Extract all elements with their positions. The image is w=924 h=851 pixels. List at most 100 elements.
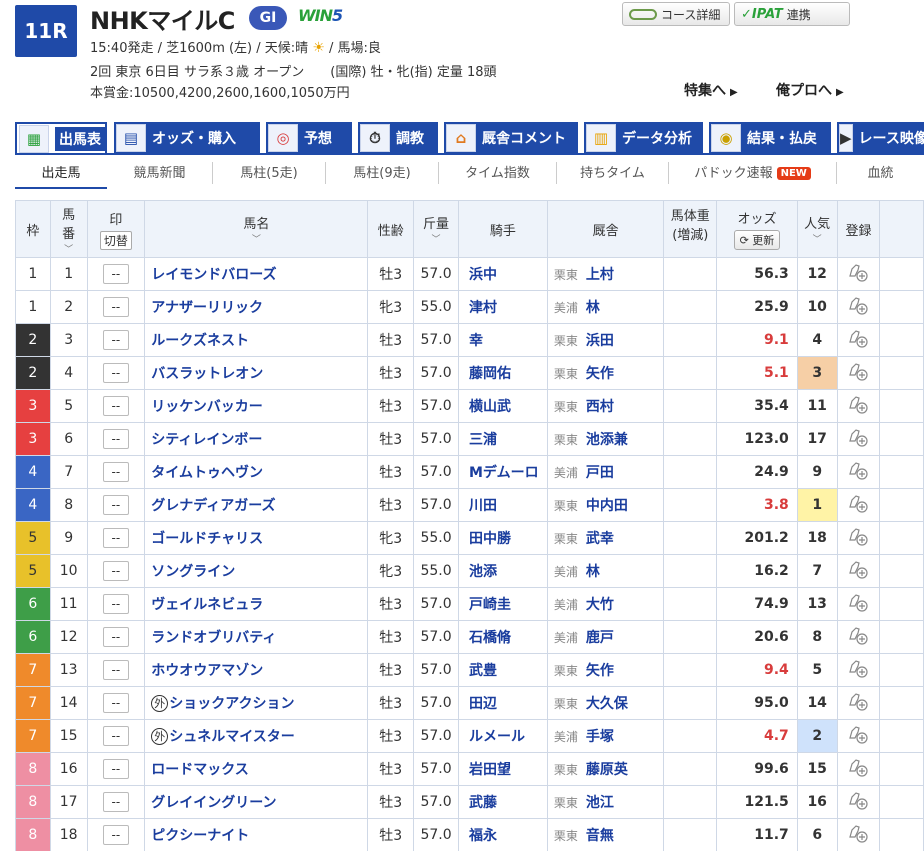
- horse-name-link[interactable]: ロードマックス: [151, 762, 249, 778]
- horse-name-link[interactable]: グレイイングリーン: [151, 795, 276, 811]
- jockey-link[interactable]: 田中勝: [469, 531, 511, 547]
- horse-name-link[interactable]: ショックアクション: [169, 696, 294, 712]
- mark-select[interactable]: --: [102, 627, 129, 647]
- horse-name-link[interactable]: ホウオウアマゾン: [151, 663, 263, 679]
- jockey-link[interactable]: 川田: [469, 498, 497, 514]
- course-detail-button[interactable]: コース詳細: [622, 2, 730, 26]
- trainer-link[interactable]: 林: [586, 300, 600, 316]
- jockey-link[interactable]: 藤岡佑: [469, 366, 511, 382]
- horse-name-link[interactable]: アナザーリリック: [151, 300, 263, 316]
- add-favorite-icon[interactable]: [847, 625, 869, 645]
- mark-select[interactable]: --: [102, 693, 129, 713]
- col-weight-carried[interactable]: 斤量 ﹀: [413, 200, 459, 258]
- jockey-link[interactable]: ルメール: [469, 729, 525, 745]
- horse-name-link[interactable]: グレナディアガーズ: [151, 498, 275, 514]
- jockey-link[interactable]: 三浦: [469, 432, 497, 448]
- add-favorite-icon[interactable]: [847, 790, 869, 810]
- col-horse-name[interactable]: 馬名 ﹀: [144, 200, 369, 258]
- jockey-link[interactable]: 幸: [469, 333, 483, 349]
- horse-name-link[interactable]: ソングライン: [151, 564, 235, 580]
- jockey-link[interactable]: 戸崎圭: [469, 597, 511, 613]
- add-favorite-icon[interactable]: [847, 361, 869, 381]
- col-popularity[interactable]: 人気 ﹀: [796, 200, 838, 258]
- add-favorite-icon[interactable]: [847, 460, 869, 480]
- trainer-link[interactable]: 武幸: [586, 531, 614, 547]
- trainer-link[interactable]: 矢作: [586, 663, 614, 679]
- trainer-link[interactable]: 鹿戸: [586, 630, 614, 646]
- subtab-horses[interactable]: 出走馬: [15, 162, 107, 184]
- trainer-link[interactable]: 大竹: [586, 597, 614, 613]
- mark-select[interactable]: --: [102, 825, 129, 845]
- mark-select[interactable]: --: [102, 726, 129, 746]
- mark-select[interactable]: --: [102, 297, 129, 317]
- tab-shutsuba[interactable]: ▦ 出馬表: [15, 122, 107, 154]
- add-favorite-icon[interactable]: [847, 394, 869, 414]
- jockey-link[interactable]: 石橋脩: [469, 630, 511, 646]
- jockey-link[interactable]: Mデムーロ: [469, 465, 539, 481]
- add-favorite-icon[interactable]: [847, 658, 869, 678]
- odds-update-button[interactable]: ⟳ 更新: [733, 230, 781, 250]
- subtab-past9[interactable]: 馬柱(9走): [326, 162, 439, 184]
- add-favorite-icon[interactable]: [847, 691, 869, 711]
- trainer-link[interactable]: 矢作: [586, 366, 614, 382]
- mark-toggle-button[interactable]: 切替: [99, 230, 132, 250]
- add-favorite-icon[interactable]: [847, 427, 869, 447]
- trainer-link[interactable]: 戸田: [586, 465, 614, 481]
- horse-name-link[interactable]: ランドオブリバティ: [151, 630, 276, 646]
- mark-select[interactable]: --: [102, 264, 129, 284]
- tab-results[interactable]: ◉ 結果・払戻: [709, 122, 831, 154]
- trainer-link[interactable]: 浜田: [586, 333, 614, 349]
- add-favorite-icon[interactable]: [847, 295, 869, 315]
- trainer-link[interactable]: 手塚: [586, 729, 614, 745]
- subtab-best-time[interactable]: 持ちタイム: [557, 162, 669, 184]
- tab-data-analysis[interactable]: ▥ データ分析: [584, 122, 703, 154]
- subtab-paddock[interactable]: パドック速報 NEW: [669, 162, 837, 184]
- add-favorite-icon[interactable]: [847, 493, 869, 513]
- mark-select[interactable]: --: [102, 495, 129, 515]
- add-favorite-icon[interactable]: [847, 724, 869, 744]
- jockey-link[interactable]: 田辺: [469, 696, 497, 712]
- subtab-newspaper[interactable]: 競馬新聞: [107, 162, 213, 184]
- horse-name-link[interactable]: シティレインボー: [151, 432, 262, 448]
- add-favorite-icon[interactable]: [847, 526, 869, 546]
- tab-stable-comment[interactable]: ⌂ 厩舎コメント: [444, 122, 578, 154]
- jockey-link[interactable]: 福永: [469, 828, 497, 844]
- mark-select[interactable]: --: [102, 759, 129, 779]
- horse-name-link[interactable]: ヴェイルネビュラ: [151, 597, 263, 613]
- horse-name-link[interactable]: ピクシーナイト: [151, 828, 249, 844]
- jockey-link[interactable]: 津村: [469, 300, 497, 316]
- ipat-link-button[interactable]: ✓IPAT 連携: [734, 2, 850, 26]
- horse-name-link[interactable]: ルークズネスト: [151, 333, 249, 349]
- tab-chokyo[interactable]: ⏱ 調教: [358, 122, 438, 154]
- jockey-link[interactable]: 武豊: [469, 663, 497, 679]
- col-umaban[interactable]: 馬番 ﹀: [49, 200, 88, 258]
- jockey-link[interactable]: 岩田望: [469, 762, 511, 778]
- mark-select[interactable]: --: [102, 660, 129, 680]
- trainer-link[interactable]: 池江: [586, 795, 614, 811]
- mark-select[interactable]: --: [102, 528, 129, 548]
- tab-race-video[interactable]: ▶ レース映像: [837, 122, 924, 154]
- orepro-link[interactable]: 俺プロへ ▶: [776, 80, 844, 100]
- feature-link[interactable]: 特集へ ▶: [684, 80, 738, 100]
- horse-name-link[interactable]: ゴールドチャリス: [151, 531, 263, 547]
- add-favorite-icon[interactable]: [847, 592, 869, 612]
- jockey-link[interactable]: 武藤: [469, 795, 497, 811]
- trainer-link[interactable]: 中内田: [586, 498, 628, 514]
- tab-yoso[interactable]: ◎ 予想: [266, 122, 352, 154]
- mark-select[interactable]: --: [102, 429, 129, 449]
- mark-select[interactable]: --: [102, 792, 129, 812]
- horse-name-link[interactable]: リッケンバッカー: [151, 399, 263, 415]
- trainer-link[interactable]: 林: [586, 564, 600, 580]
- add-favorite-icon[interactable]: [847, 328, 869, 348]
- trainer-link[interactable]: 西村: [586, 399, 614, 415]
- add-favorite-icon[interactable]: [847, 262, 869, 282]
- trainer-link[interactable]: 藤原英: [586, 762, 628, 778]
- subtab-pedigree[interactable]: 血統: [837, 162, 924, 184]
- trainer-link[interactable]: 大久保: [586, 696, 628, 712]
- jockey-link[interactable]: 浜中: [469, 267, 497, 283]
- add-favorite-icon[interactable]: [847, 757, 869, 777]
- horse-name-link[interactable]: シュネルマイスター: [169, 729, 295, 745]
- jockey-link[interactable]: 池添: [469, 564, 497, 580]
- horse-name-link[interactable]: バスラットレオン: [151, 366, 263, 382]
- mark-select[interactable]: --: [102, 462, 129, 482]
